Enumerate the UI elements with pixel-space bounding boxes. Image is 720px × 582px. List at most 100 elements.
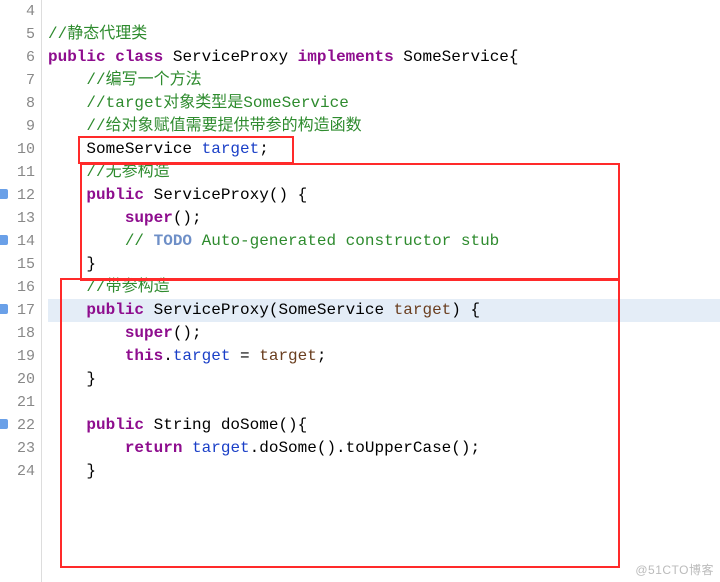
token: SomeService{ xyxy=(394,48,519,66)
line-number: 17 xyxy=(0,299,35,322)
token: //静态代理类 xyxy=(48,25,147,43)
code-line[interactable]: //target对象类型是SomeService xyxy=(48,92,720,115)
token: public xyxy=(86,416,144,434)
code-line[interactable] xyxy=(48,391,720,414)
token: //编写一个方法 xyxy=(86,71,201,89)
code-line[interactable]: //静态代理类 xyxy=(48,23,720,46)
line-number: 5 xyxy=(0,23,35,46)
line-number: 8 xyxy=(0,92,35,115)
token xyxy=(48,232,125,250)
code-line[interactable]: //无参构造 xyxy=(48,161,720,184)
line-number: 15 xyxy=(0,253,35,276)
token: } xyxy=(48,255,96,273)
code-line[interactable]: //给对象赋值需要提供带参的构造函数 xyxy=(48,115,720,138)
line-number: 13 xyxy=(0,207,35,230)
line-number: 12 xyxy=(0,184,35,207)
token xyxy=(48,209,125,227)
code-area[interactable]: //静态代理类 public class ServiceProxy impleme… xyxy=(42,0,720,582)
token: //target对象类型是SomeService xyxy=(86,94,348,112)
token: //给对象赋值需要提供带参的构造函数 xyxy=(86,117,361,135)
code-line[interactable]: this.target = target; xyxy=(48,345,720,368)
line-number: 23 xyxy=(0,437,35,460)
token: return xyxy=(125,439,183,457)
code-line[interactable]: // TODO Auto-generated constructor stub xyxy=(48,230,720,253)
token xyxy=(48,347,125,365)
token: ServiceProxy() { xyxy=(144,186,307,204)
code-line[interactable]: //编写一个方法 xyxy=(48,69,720,92)
token: implements xyxy=(298,48,394,66)
code-line[interactable]: super(); xyxy=(48,322,720,345)
code-line[interactable]: } xyxy=(48,253,720,276)
line-number: 10 xyxy=(0,138,35,161)
line-number: 16 xyxy=(0,276,35,299)
token: Auto-generated constructor stub xyxy=(192,232,499,250)
code-line[interactable] xyxy=(48,0,720,23)
line-number: 20 xyxy=(0,368,35,391)
code-line[interactable]: } xyxy=(48,368,720,391)
token: } xyxy=(48,462,96,480)
token: target xyxy=(394,301,452,319)
token xyxy=(48,301,86,319)
code-line[interactable]: public ServiceProxy(SomeService target) … xyxy=(48,299,720,322)
token: ) { xyxy=(451,301,480,319)
code-line[interactable]: return target.doSome().toUpperCase(); xyxy=(48,437,720,460)
line-number: 11 xyxy=(0,161,35,184)
line-number: 9 xyxy=(0,115,35,138)
code-line[interactable]: } xyxy=(48,460,720,483)
token: = xyxy=(230,347,259,365)
token: ServiceProxy xyxy=(163,48,297,66)
token xyxy=(48,117,86,135)
line-number: 21 xyxy=(0,391,35,414)
token: super xyxy=(125,209,173,227)
token: ServiceProxy(SomeService xyxy=(144,301,394,319)
line-number-gutter: 456789101112131415161718192021222324 xyxy=(0,0,42,582)
token: public xyxy=(48,48,106,66)
token xyxy=(48,416,86,434)
code-editor[interactable]: 456789101112131415161718192021222324 //静… xyxy=(0,0,720,582)
token: } xyxy=(48,370,96,388)
token xyxy=(106,48,116,66)
token: . xyxy=(163,347,173,365)
code-line[interactable]: public class ServiceProxy implements Som… xyxy=(48,46,720,69)
token: (); xyxy=(173,324,202,342)
token: public xyxy=(86,186,144,204)
token: ; xyxy=(259,140,269,158)
line-number: 7 xyxy=(0,69,35,92)
token: SomeService xyxy=(48,140,202,158)
token: target xyxy=(192,439,250,457)
code-line[interactable]: public String doSome(){ xyxy=(48,414,720,437)
token: //无参构造 xyxy=(86,163,169,181)
code-line[interactable]: //带参构造 xyxy=(48,276,720,299)
token xyxy=(182,439,192,457)
token: this xyxy=(125,347,163,365)
token: ; xyxy=(317,347,327,365)
token: .doSome().toUpperCase(); xyxy=(250,439,480,457)
token: super xyxy=(125,324,173,342)
line-number: 19 xyxy=(0,345,35,368)
line-number: 4 xyxy=(0,0,35,23)
token: class xyxy=(115,48,163,66)
code-line[interactable]: public ServiceProxy() { xyxy=(48,184,720,207)
token: String doSome(){ xyxy=(144,416,307,434)
token xyxy=(48,439,125,457)
token xyxy=(48,324,125,342)
token: // xyxy=(125,232,154,250)
token: target xyxy=(202,140,260,158)
line-number: 24 xyxy=(0,460,35,483)
line-number: 18 xyxy=(0,322,35,345)
token: target xyxy=(173,347,231,365)
token xyxy=(48,163,86,181)
code-line[interactable]: SomeService target; xyxy=(48,138,720,161)
line-number: 14 xyxy=(0,230,35,253)
token xyxy=(48,94,86,112)
line-number: 22 xyxy=(0,414,35,437)
token xyxy=(48,186,86,204)
token: (); xyxy=(173,209,202,227)
token: TODO xyxy=(154,232,192,250)
token: target xyxy=(259,347,317,365)
token xyxy=(48,278,86,296)
token: public xyxy=(86,301,144,319)
token: //带参构造 xyxy=(86,278,169,296)
code-line[interactable]: super(); xyxy=(48,207,720,230)
token xyxy=(48,71,86,89)
